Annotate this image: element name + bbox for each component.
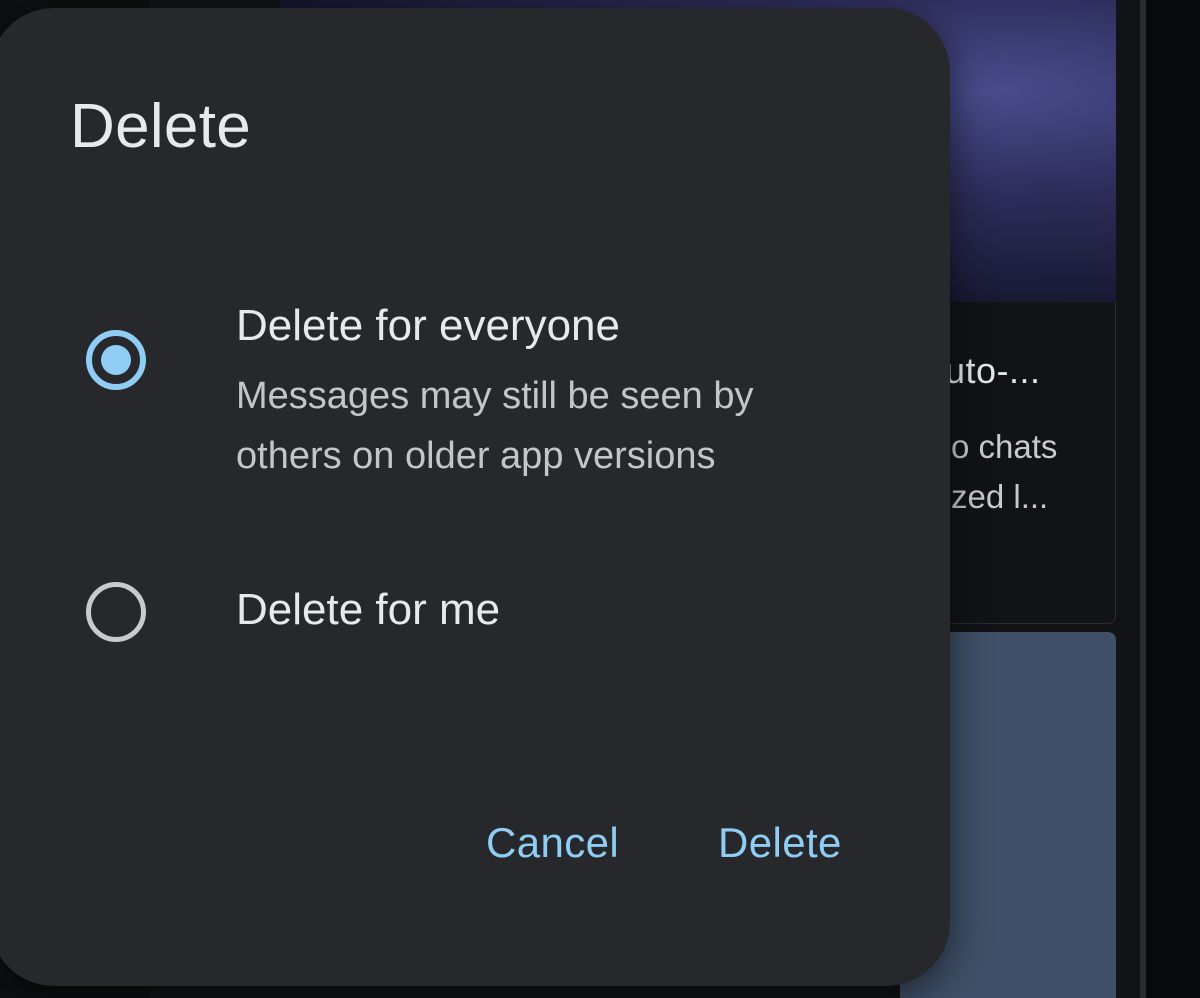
option-label: Delete for everyone [236,301,620,350]
delete-dialog: Delete Delete for everyone Messages may … [0,8,950,986]
dialog-actions: Cancel Delete [460,818,880,888]
radio-unchecked-icon[interactable] [86,582,146,642]
cancel-button[interactable]: Cancel [486,818,619,868]
radio-checked-icon[interactable] [86,330,146,390]
option-delete-for-me[interactable]: Delete for me [70,576,890,656]
screen: uto-... o chats zed l... Delete Delete f… [0,0,1200,998]
background-card-line: o chats [951,428,1058,465]
delete-button[interactable]: Delete [718,818,842,868]
dialog-title: Delete [70,92,252,161]
option-label: Delete for me [236,585,501,634]
option-description: Messages may still be seen by others on … [236,375,754,477]
background-card-line: zed l... [951,478,1049,515]
background-right-strip [1146,0,1200,998]
option-delete-for-everyone[interactable]: Delete for everyone Messages may still b… [70,300,890,490]
background-card-title: uto-... [945,350,1041,391]
